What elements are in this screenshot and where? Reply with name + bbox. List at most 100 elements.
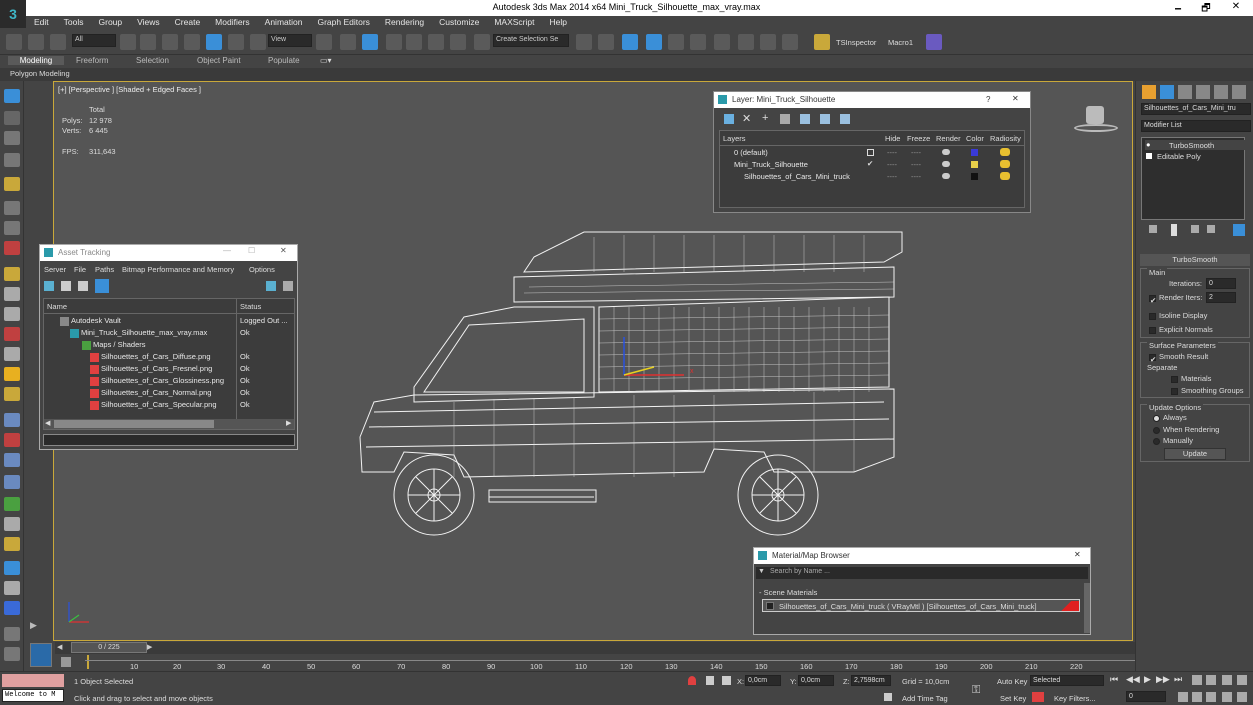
layer-color-swatch[interactable] xyxy=(971,173,978,180)
asset-name[interactable]: Silhouettes_of_Cars_Glossiness.png xyxy=(101,376,224,385)
radiosity-icon[interactable] xyxy=(1000,148,1010,156)
ref-coord-dropdown[interactable]: View xyxy=(268,34,312,47)
tool-icon[interactable] xyxy=(4,497,20,511)
material-scrollbar[interactable] xyxy=(1084,583,1090,633)
asset-name[interactable]: Autodesk Vault xyxy=(71,316,121,325)
time-tag-icon[interactable] xyxy=(884,693,892,701)
tool-icon[interactable] xyxy=(4,287,20,301)
tool-icon[interactable] xyxy=(4,221,20,235)
tab-selection[interactable]: Selection xyxy=(136,56,169,65)
field-of-view-icon[interactable] xyxy=(1192,692,1202,702)
asset-row[interactable]: Mini_Truck_Silhouette_max_vray.max Ok xyxy=(44,328,294,340)
scroll-left-icon[interactable]: ◀ xyxy=(45,419,50,427)
utilities-tab-icon[interactable] xyxy=(1232,85,1246,99)
prev-frame-icon[interactable]: ◀ xyxy=(57,643,62,651)
zoom-all-icon[interactable] xyxy=(1206,675,1216,685)
when-rendering-radio[interactable] xyxy=(1153,426,1160,434)
col-render[interactable]: Render xyxy=(936,134,961,143)
explicit-normals-checkbox[interactable] xyxy=(1149,326,1156,334)
set-key-button[interactable]: Set Key xyxy=(1000,694,1026,703)
scroll-right-icon[interactable]: ▶ xyxy=(286,419,291,427)
menu-create[interactable]: Create xyxy=(167,16,208,27)
rollout-title[interactable]: TurboSmooth xyxy=(1172,255,1217,264)
pivot-center-icon[interactable] xyxy=(316,34,332,50)
window-crossing-icon[interactable] xyxy=(184,34,200,50)
align-icon[interactable] xyxy=(598,34,614,50)
selection-filter-dropdown[interactable]: All xyxy=(72,34,116,47)
tab-object-paint[interactable]: Object Paint xyxy=(197,56,241,65)
search-dropdown-icon[interactable]: ▼ xyxy=(758,568,765,575)
tab-freeform[interactable]: Freeform xyxy=(76,56,108,65)
tool-icon[interactable] xyxy=(4,307,20,321)
layer-name[interactable]: 0 (default) xyxy=(734,148,768,157)
time-slider[interactable]: ◀ 0 / 225 ▶ xyxy=(55,642,1135,654)
maxscript-mini-listener[interactable] xyxy=(2,674,64,687)
motion-tab-icon[interactable] xyxy=(1196,85,1210,99)
move-icon[interactable] xyxy=(206,34,222,50)
col-hide[interactable]: Hide xyxy=(885,134,900,143)
mini-curve-editor-icon[interactable] xyxy=(30,643,52,667)
bind-space-warp-icon[interactable] xyxy=(50,34,66,50)
asset-name[interactable]: Silhouettes_of_Cars_Normal.png xyxy=(101,388,211,397)
tool-icon[interactable] xyxy=(4,413,20,427)
smoothing-groups-checkbox[interactable] xyxy=(1171,387,1178,395)
add-selected-icon[interactable] xyxy=(780,114,790,124)
list-view-icon[interactable] xyxy=(61,281,71,291)
select-object-icon[interactable] xyxy=(120,34,136,50)
render-iters-spinner[interactable]: 2 xyxy=(1206,292,1236,303)
smooth-result-checkbox[interactable]: ✔ xyxy=(1149,353,1156,364)
key-filters-button[interactable]: Key Filters... xyxy=(1054,694,1096,703)
asset-row[interactable]: Silhouettes_of_Cars_Glossiness.png Ok xyxy=(44,376,294,388)
col-status[interactable]: Status xyxy=(240,302,261,311)
play-icon[interactable]: ▶ xyxy=(1144,674,1151,685)
scene-materials-label[interactable]: - Scene Materials xyxy=(759,588,817,597)
render-production-icon[interactable] xyxy=(782,34,798,50)
viewcube-icon[interactable] xyxy=(1074,104,1118,134)
help-icon[interactable] xyxy=(4,647,20,661)
unlink-icon[interactable] xyxy=(28,34,44,50)
current-frame-field[interactable]: 0 xyxy=(1126,691,1166,702)
app-logo-icon[interactable]: 3 xyxy=(0,0,26,28)
render-teapot-icon[interactable] xyxy=(942,149,950,155)
material-item[interactable]: Silhouettes_of_Cars_Mini_truck ( VRayMtl… xyxy=(762,599,1080,612)
hierarchy-tab-icon[interactable] xyxy=(1178,85,1192,99)
tool-icon[interactable] xyxy=(4,177,20,191)
layer-row[interactable]: Mini_Truck_Silhouette ✔ ---- ---- xyxy=(720,159,1024,172)
spinner-snap-icon[interactable] xyxy=(450,34,466,50)
angle-snap-icon[interactable] xyxy=(406,34,422,50)
auto-key-button[interactable]: Auto Key xyxy=(997,677,1027,686)
material-search[interactable]: ▼ Search by Name ... xyxy=(756,567,1088,579)
table-view-icon[interactable] xyxy=(95,279,109,293)
modifier-list-dropdown[interactable]: Modifier List xyxy=(1141,120,1251,132)
menu-rendering[interactable]: Rendering xyxy=(377,16,431,27)
link-icon[interactable] xyxy=(6,34,22,50)
layer-select-icon[interactable] xyxy=(724,114,734,124)
freeze-toggle[interactable]: ---- xyxy=(911,172,921,181)
curve-editor-icon[interactable] xyxy=(668,34,684,50)
menu-graph-editors[interactable]: Graph Editors xyxy=(309,16,376,27)
isoline-checkbox[interactable] xyxy=(1149,312,1156,320)
asset-row[interactable]: Silhouettes_of_Cars_Diffuse.png Ok xyxy=(44,352,294,364)
tool-icon[interactable] xyxy=(4,433,20,447)
update-button[interactable]: Update xyxy=(1164,448,1226,460)
asset-name[interactable]: Silhouettes_of_Cars_Specular.png xyxy=(101,400,217,409)
menu-animation[interactable]: Animation xyxy=(257,16,310,27)
y-coordinate-field[interactable]: 0,0cm xyxy=(798,675,834,686)
highlight-layer-icon[interactable] xyxy=(820,114,830,124)
maxscript-listener[interactable]: Welcome to M xyxy=(2,689,64,702)
track-bar-icon[interactable] xyxy=(61,657,71,667)
absolute-mode-icon[interactable] xyxy=(722,676,731,685)
radiosity-icon[interactable] xyxy=(1000,172,1010,180)
tool-icon[interactable] xyxy=(4,347,20,361)
set-key-icon[interactable] xyxy=(1032,692,1044,702)
stack-item-turbosmooth[interactable]: ● TurboSmooth xyxy=(1145,140,1245,150)
turbosmooth-rollout-header[interactable]: TurboSmooth xyxy=(1140,254,1250,266)
rect-selection-icon[interactable] xyxy=(162,34,178,50)
tool-icon[interactable] xyxy=(4,453,20,467)
modify-tab-icon[interactable] xyxy=(1160,85,1174,99)
layer-color-swatch[interactable] xyxy=(971,149,978,156)
tool-icon[interactable] xyxy=(4,581,20,595)
viewport-label[interactable]: [+] [Perspective ] [Shaded + Edged Faces… xyxy=(58,85,201,94)
macro-icon[interactable] xyxy=(926,34,942,50)
object-name-field[interactable]: Silhouettes_of_Cars_Mini_tru xyxy=(1141,103,1251,115)
